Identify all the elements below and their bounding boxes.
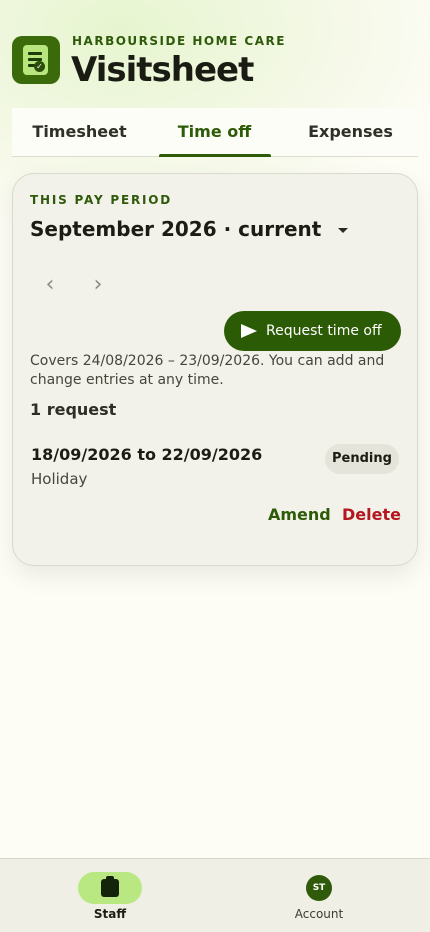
period-selector[interactable]: September 2026 · current <box>30 217 349 247</box>
nav-account[interactable]: ST Account <box>239 859 399 932</box>
bottom-navigation: Staff ST Account <box>0 858 430 932</box>
send-icon <box>241 324 257 338</box>
period-selected-value: September 2026 · current <box>30 217 322 241</box>
chevron-left-icon: ‹ <box>45 272 55 297</box>
clipboard-icon <box>101 876 119 897</box>
period-coverage-text: Covers 24/08/2026 – 23/09/2026. You can … <box>30 353 385 388</box>
delete-button[interactable]: Delete <box>342 505 401 524</box>
nav-staff[interactable]: Staff <box>30 859 190 932</box>
status-badge: Pending <box>325 444 399 474</box>
previous-period-button[interactable]: ‹ <box>35 270 65 300</box>
dropdown-arrow-icon <box>338 228 349 233</box>
nav-staff-active-pill <box>78 872 142 904</box>
clipboard-check-icon: ✓ <box>12 36 60 84</box>
app-header: ✓ HARBOURSIDE HOME CARE Visitsheet <box>12 34 412 90</box>
tab-expenses[interactable]: Expenses <box>283 108 418 157</box>
tab-bar: Timesheet Time off Expenses <box>12 108 418 157</box>
amend-button[interactable]: Amend <box>268 505 331 524</box>
brand-name: HARBOURSIDE HOME CARE <box>72 34 286 48</box>
period-label: THIS PAY PERIOD <box>30 193 173 207</box>
time-off-card: THIS PAY PERIOD September 2026 · current… <box>12 173 418 566</box>
active-tab-indicator <box>159 154 271 157</box>
request-dates: 18/09/2026 to 22/09/2026 <box>31 445 263 464</box>
tab-time-off[interactable]: Time off <box>147 108 282 157</box>
next-period-button[interactable]: › <box>83 270 113 300</box>
chevron-right-icon: › <box>93 272 103 297</box>
nav-account-label: Account <box>294 907 344 921</box>
request-type: Holiday <box>31 470 88 488</box>
avatar: ST <box>306 875 332 901</box>
request-button-label: Request time off <box>266 323 382 339</box>
tab-timesheet[interactable]: Timesheet <box>12 108 147 157</box>
app-title: Visitsheet <box>71 50 254 90</box>
nav-staff-label: Staff <box>93 907 127 921</box>
request-count: 1 request <box>30 400 117 419</box>
request-time-off-button[interactable]: Request time off <box>224 311 401 351</box>
